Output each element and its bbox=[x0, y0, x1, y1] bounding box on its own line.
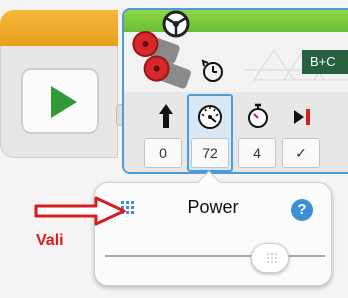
brake-icon bbox=[294, 109, 310, 125]
mode-timer-icon[interactable] bbox=[200, 58, 226, 84]
stopwatch-icon bbox=[248, 103, 268, 128]
help-icon[interactable]: ? bbox=[291, 199, 313, 221]
start-block[interactable] bbox=[0, 10, 118, 158]
param-value-2[interactable]: 4 bbox=[238, 138, 276, 168]
param-value-0[interactable]: 0 bbox=[144, 138, 182, 168]
grip-dots-icon bbox=[267, 253, 277, 263]
up-arrow-icon bbox=[159, 104, 173, 128]
port-selector[interactable]: B+C bbox=[302, 50, 348, 74]
annotation-arrow bbox=[34, 196, 126, 226]
param-value-1[interactable]: 72 bbox=[191, 138, 229, 168]
play-button[interactable] bbox=[21, 68, 99, 134]
steering-motor-icon bbox=[132, 10, 191, 89]
power-popup: Power ? bbox=[94, 170, 332, 286]
param-value-3[interactable]: ✓ bbox=[282, 138, 320, 168]
speed-gauge-icon bbox=[198, 105, 222, 129]
play-icon bbox=[51, 86, 77, 118]
popup-pointer bbox=[197, 170, 221, 194]
power-slider-knob[interactable] bbox=[251, 243, 289, 273]
start-block-body bbox=[0, 46, 118, 158]
annotation-label: Vali bbox=[36, 232, 64, 249]
move-tank-block[interactable]: B+C 0 72 4 ✓ bbox=[122, 8, 348, 174]
power-slider-track[interactable] bbox=[105, 255, 325, 257]
